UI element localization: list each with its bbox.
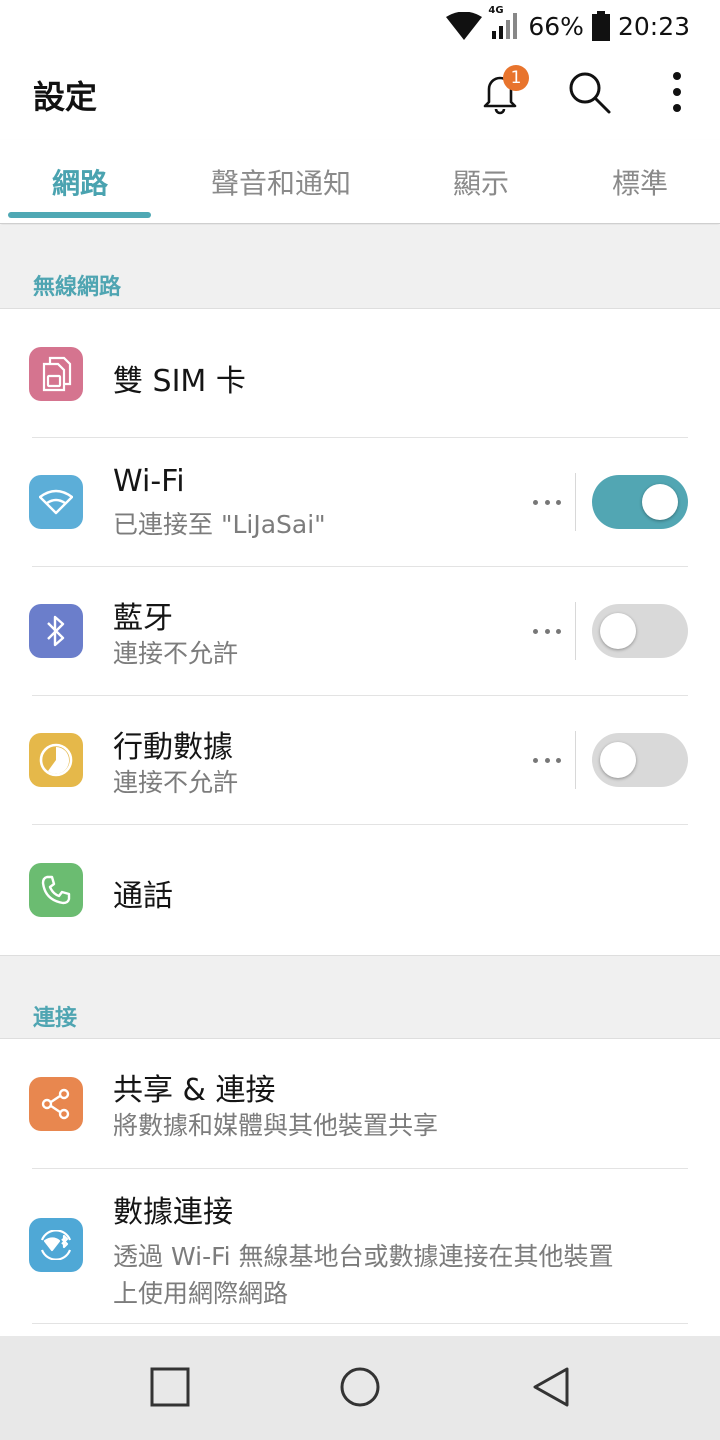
bluetooth-toggle[interactable] xyxy=(592,604,688,658)
bluetooth-more-button[interactable] xyxy=(533,619,561,643)
section-label-wireless: 無線網路 xyxy=(33,275,122,300)
search-icon xyxy=(565,68,613,120)
mobile-data-icon xyxy=(29,733,83,787)
dual-sim-icon xyxy=(29,347,83,401)
setting-title: 通話 xyxy=(113,879,173,914)
search-button[interactable] xyxy=(557,62,621,126)
wifi-toggle[interactable] xyxy=(592,475,688,529)
share-icon xyxy=(29,1077,83,1131)
separator xyxy=(575,602,576,660)
page-title: 設定 xyxy=(33,78,98,116)
setting-title: 共享 & 連接 xyxy=(113,1073,276,1108)
tab-general[interactable]: 標準 xyxy=(612,162,668,202)
toggle-knob xyxy=(642,484,678,520)
wifi-more-button[interactable] xyxy=(533,490,561,514)
tethering-icon xyxy=(29,1218,83,1272)
toggle-knob xyxy=(600,613,636,649)
divider xyxy=(32,1323,688,1324)
back-button[interactable] xyxy=(526,1364,576,1414)
separator xyxy=(575,473,576,531)
tab-bar: 網路 聲音和通知 顯示 標準 xyxy=(0,140,720,224)
status-bar: 4G 66% 20:23 xyxy=(0,0,720,48)
mobile-data-more-button[interactable] xyxy=(533,748,561,772)
setting-subtitle: 連接不允許 xyxy=(113,639,239,668)
setting-title: Wi-Fi xyxy=(113,464,185,499)
active-tab-indicator xyxy=(8,212,151,218)
bluetooth-icon xyxy=(29,604,83,658)
phone-icon xyxy=(29,863,83,917)
home-button[interactable] xyxy=(335,1364,385,1414)
setting-title: 雙 SIM 卡 xyxy=(113,364,246,399)
notifications-button[interactable]: 1 xyxy=(468,62,532,126)
mobile-data-toggle[interactable] xyxy=(592,733,688,787)
wifi-status-icon xyxy=(446,12,483,40)
section-header-connectivity: 連接 xyxy=(0,955,720,1039)
setting-subtitle: 連接不允許 xyxy=(113,768,239,797)
app-bar: 設定 1 xyxy=(0,48,720,140)
battery-icon xyxy=(591,11,610,41)
network-type-label: 4G xyxy=(488,5,504,16)
tab-display[interactable]: 顯示 xyxy=(453,162,509,202)
setting-title: 數據連接 xyxy=(113,1195,233,1230)
system-nav-bar xyxy=(0,1336,720,1440)
setting-title: 行動數據 xyxy=(113,730,233,765)
toggle-knob xyxy=(600,742,636,778)
setting-subtitle: 將數據和媒體與其他裝置共享 xyxy=(113,1111,439,1140)
setting-share-connect[interactable]: 共享 & 連接 將數據和媒體與其他裝置共享 xyxy=(0,1039,720,1169)
cell-signal-icon: 4G xyxy=(488,5,520,41)
setting-subtitle: 已連接至 "LiJaSai" xyxy=(113,510,326,539)
setting-dual-sim[interactable]: 雙 SIM 卡 xyxy=(0,309,720,438)
status-bar-right: 4G 66% 20:23 xyxy=(446,5,690,46)
back-icon xyxy=(531,1366,571,1412)
recents-icon xyxy=(150,1367,190,1411)
setting-subtitle-line2: 上使用網際網路 xyxy=(113,1279,289,1308)
separator xyxy=(575,731,576,789)
setting-calls[interactable]: 通話 xyxy=(0,825,720,955)
home-icon xyxy=(339,1366,381,1412)
clock: 20:23 xyxy=(617,11,690,41)
more-vert-icon xyxy=(672,71,682,117)
more-options-button[interactable] xyxy=(645,62,709,126)
wifi-icon xyxy=(29,475,83,529)
battery-percent: 66% xyxy=(528,11,584,41)
tab-sound-notifications[interactable]: 聲音和通知 xyxy=(211,162,351,202)
section-header-wireless: 無線網路 xyxy=(0,225,720,309)
recents-button[interactable] xyxy=(145,1364,195,1414)
setting-subtitle-line1: 透過 Wi-Fi 無線基地台或數據連接在其他裝置 xyxy=(113,1242,614,1271)
setting-tethering[interactable]: 數據連接 透過 Wi-Fi 無線基地台或數據連接在其他裝置 上使用網際網路 xyxy=(0,1169,720,1324)
tab-network[interactable]: 網路 xyxy=(52,162,108,202)
setting-title: 藍牙 xyxy=(113,601,173,636)
notification-badge: 1 xyxy=(503,65,529,91)
section-label-connectivity: 連接 xyxy=(33,1006,78,1031)
